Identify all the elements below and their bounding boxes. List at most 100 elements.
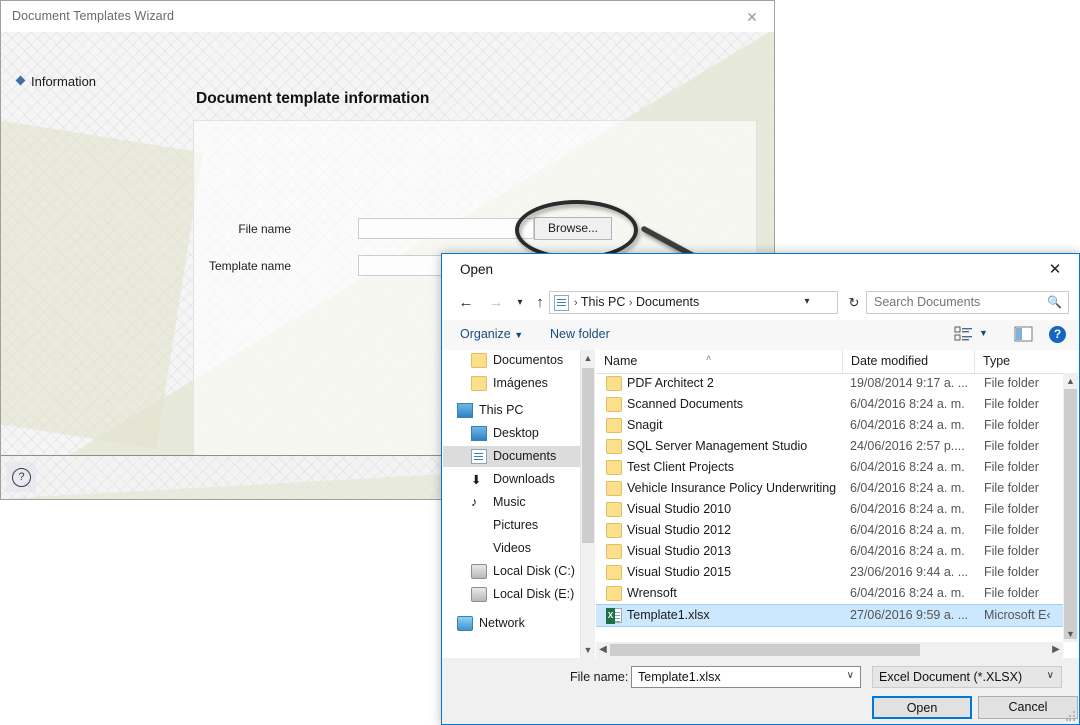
column-header-name[interactable]: Name ˄ <box>596 350 842 373</box>
close-icon[interactable]: ✕ <box>738 6 766 28</box>
nav-tree-item[interactable]: Network <box>443 613 581 634</box>
wizard-step-information[interactable]: Information <box>15 74 97 89</box>
folder-icon <box>606 586 622 601</box>
breadcrumb-item-this-pc[interactable]: This PC <box>581 295 625 309</box>
help-icon: ? <box>12 468 31 487</box>
dialog-titlebar: Open ✕ <box>442 254 1079 286</box>
pictures-icon <box>471 518 487 533</box>
nav-tree-item[interactable]: Local Disk (E:) <box>443 584 581 605</box>
scrollbar-thumb[interactable] <box>1064 389 1077 639</box>
nav-tree-item[interactable]: Videos <box>443 538 581 559</box>
nav-tree-item[interactable]: Documentos <box>443 350 581 371</box>
nav-tree-item-label: Downloads <box>493 472 555 486</box>
scrollbar-thumb[interactable] <box>582 368 594 543</box>
nav-tree-item[interactable]: Pictures <box>443 515 581 536</box>
music-icon: ♪ <box>471 495 478 509</box>
table-row[interactable]: Test Client Projects 6/04/2016 8:24 a. m.… <box>596 457 1063 478</box>
folder-icon <box>606 502 622 517</box>
table-row[interactable]: Visual Studio 2012 6/04/2016 8:24 a. m. Fi… <box>596 520 1063 541</box>
column-header-type[interactable]: Type <box>974 350 1078 373</box>
excel-icon: X <box>606 608 622 624</box>
file-name-input[interactable] <box>358 218 534 239</box>
wizard-titlebar: Document Templates Wizard ✕ <box>1 1 774 33</box>
view-options-icon[interactable] <box>954 325 974 343</box>
nav-tree-item[interactable]: Documents <box>443 446 581 467</box>
table-row[interactable]: X Template1.xlsx 27/06/2016 9:59 a. ... Mic… <box>596 604 1063 627</box>
file-name-cell: Snagit <box>627 418 663 432</box>
file-type-filter-value: Excel Document (*.XLSX) <box>879 670 1023 684</box>
organize-button[interactable]: Organize ▼ <box>460 327 523 341</box>
nav-tree-item[interactable]: Imágenes <box>443 373 581 394</box>
scrollbar-thumb[interactable] <box>610 644 920 656</box>
breadcrumb-item-documents[interactable]: Documents <box>636 295 699 309</box>
chevron-down-icon[interactable]: ∨ <box>1047 670 1054 681</box>
nav-tree-item[interactable]: Desktop <box>443 423 581 444</box>
table-row[interactable]: Vehicle Insurance Policy Underwriting 6/0… <box>596 478 1063 499</box>
folder-icon <box>606 523 622 538</box>
scroll-right-icon[interactable]: ▶ <box>1049 642 1063 658</box>
preview-pane-icon[interactable] <box>1014 325 1034 343</box>
nav-tree-item[interactable]: This PC <box>443 400 581 421</box>
view-chevron-down-icon[interactable]: ▼ <box>979 328 988 338</box>
nav-tree-item[interactable]: ⬇ Downloads <box>443 469 581 490</box>
file-list-vertical-scrollbar[interactable]: ▲ ▼ <box>1063 373 1078 642</box>
file-name-combobox[interactable]: Template1.xlsx ∨ <box>631 666 861 688</box>
column-headers: Name ˄ Date modified Type <box>596 350 1078 374</box>
open-button[interactable]: Open <box>872 696 972 719</box>
folder-icon <box>606 376 622 391</box>
template-name-row: Template name <box>209 257 291 279</box>
navigation-pane: Documentos Imágenes This PC Desktop Document… <box>443 350 595 658</box>
navigation-pane-scrollbar[interactable]: ▲ ▼ <box>580 350 595 658</box>
table-row[interactable]: Scanned Documents 6/04/2016 8:24 a. m. Fil… <box>596 394 1063 415</box>
scroll-up-icon[interactable]: ▲ <box>581 350 595 366</box>
dialog-bottom-bar: File name: Template1.xlsx ∨ Excel Docume… <box>442 658 1079 724</box>
downloads-icon: ⬇ <box>471 473 482 487</box>
type-cell: File folder <box>984 523 1039 537</box>
file-name-cell: Visual Studio 2015 <box>627 565 732 579</box>
table-row[interactable]: SQL Server Management Studio 24/06/2016 2… <box>596 436 1063 457</box>
close-icon[interactable]: ✕ <box>1037 258 1073 282</box>
help-icon[interactable]: ? <box>1049 326 1066 343</box>
scroll-down-icon[interactable]: ▼ <box>581 642 595 658</box>
new-folder-button[interactable]: New folder <box>550 327 610 341</box>
screenshot-root: Document Templates Wizard ✕ Information … <box>0 0 1080 725</box>
dialog-toolbar: Organize ▼ New folder ▼ ? <box>442 320 1079 351</box>
file-name-cell: Scanned Documents <box>627 397 744 411</box>
refresh-icon[interactable]: ↻ <box>842 291 866 315</box>
scroll-left-icon[interactable]: ◀ <box>596 642 610 658</box>
scroll-up-icon[interactable]: ▲ <box>1063 373 1078 389</box>
table-row[interactable]: Wrensoft 6/04/2016 8:24 a. m. File folder <box>596 583 1063 604</box>
back-arrow-icon[interactable]: ← <box>454 291 478 315</box>
wizard-title: Document Templates Wizard <box>12 9 175 23</box>
chevron-down-icon[interactable]: ∨ <box>847 670 854 681</box>
file-name-value: Template1.xlsx <box>638 670 721 684</box>
type-cell: File folder <box>984 460 1039 474</box>
scroll-down-icon[interactable]: ▼ <box>1063 626 1078 642</box>
file-name-row: File name <box>231 220 291 242</box>
nav-tree-item-label: Videos <box>493 541 531 555</box>
date-modified-cell: 24/06/2016 2:57 p.... <box>850 439 965 453</box>
search-placeholder: Search Documents <box>874 295 981 309</box>
wizard-help-button[interactable]: ? <box>6 462 36 492</box>
wizard-step-nav: Information <box>1 32 185 456</box>
cancel-button[interactable]: Cancel <box>978 696 1078 719</box>
column-header-date-modified[interactable]: Date modified <box>842 350 974 373</box>
nav-tree-item[interactable]: Local Disk (C:) <box>443 561 581 582</box>
resize-grip[interactable] <box>1066 711 1076 721</box>
address-breadcrumb-bar[interactable]: › This PC › Documents ▾ <box>549 291 838 314</box>
wizard-step-label: Information <box>31 74 97 89</box>
search-input[interactable]: Search Documents 🔍 <box>866 291 1069 314</box>
file-type-filter-combobox[interactable]: Excel Document (*.XLSX) ∨ <box>872 666 1062 688</box>
table-row[interactable]: Visual Studio 2015 23/06/2016 9:44 a. ...… <box>596 562 1063 583</box>
nav-tree-item-label: Music <box>493 495 526 509</box>
videos-icon <box>471 541 487 556</box>
file-list-horizontal-scrollbar[interactable]: ◀ ▶ <box>596 642 1063 658</box>
table-row[interactable]: PDF Architect 2 19/08/2014 9:17 a. ... Fil… <box>596 373 1063 394</box>
table-row[interactable]: Visual Studio 2010 6/04/2016 8:24 a. m. Fi… <box>596 499 1063 520</box>
chevron-down-icon[interactable]: ▾ <box>799 296 815 307</box>
table-row[interactable]: Snagit 6/04/2016 8:24 a. m. File folder <box>596 415 1063 436</box>
organize-label: Organize <box>460 327 511 341</box>
nav-tree-item[interactable]: ♪ Music <box>443 492 581 513</box>
table-row[interactable]: Visual Studio 2013 6/04/2016 8:24 a. m. Fi… <box>596 541 1063 562</box>
nav-tree-item-label: Documents <box>493 449 557 463</box>
